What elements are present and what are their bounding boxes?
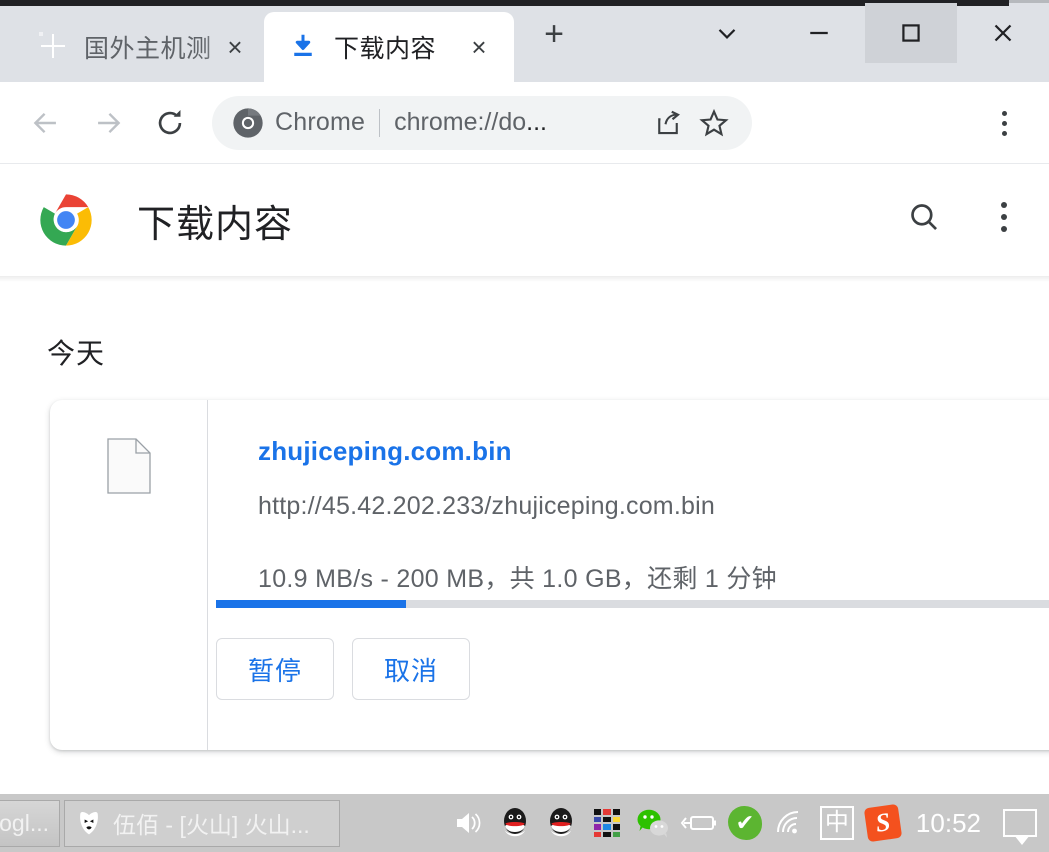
star-icon[interactable] [694,103,734,143]
omnibox-divider [379,108,381,137]
qq-icon-2[interactable] [538,800,584,846]
system-tray: ✔ 中 S 10:52 [446,800,1049,846]
taskbar-window-foobar[interactable]: 伍佰 - [火山] 火山... [64,799,340,847]
wechat-icon[interactable] [630,800,676,846]
tab-downloads[interactable]: 下载内容 × [264,12,514,82]
pause-button[interactable]: 暂停 [216,638,334,700]
foobar2000-icon [80,812,98,835]
omnibox-url-value: chrome://do [394,108,527,136]
minimize-button[interactable] [773,3,865,63]
omnibox-brand-chip: Chrome [232,107,365,139]
omnibox[interactable]: Chrome chrome://do... [212,95,752,150]
download-arrow-icon [288,31,320,63]
downloads-header-actions [901,194,1027,240]
title-bar: 国外主机测 × 下载内容 × + [0,0,1049,82]
cancel-button[interactable]: 取消 [352,638,470,700]
omnibox-brand-label: Chrome [275,108,366,136]
ime-chinese-icon[interactable]: 中 [814,800,860,846]
omnibox-url-text: chrome://do... [394,108,642,137]
green-check-glyph: ✔ [727,806,762,840]
downloads-menu-button[interactable] [981,194,1027,240]
downloads-header: 下载内容 [0,164,1049,282]
download-action-buttons: 暂停 取消 [216,638,470,700]
close-button[interactable] [957,3,1049,63]
downloads-date-group-label: 今天 [47,338,106,369]
taskbar-window-partial[interactable]: ogl... [0,799,60,847]
reload-button[interactable] [144,97,196,149]
qq-icon-1[interactable] [492,800,538,846]
browser-window: 国外主机测 × 下载内容 × + Chrome chrome://do... 下… [0,0,1049,852]
maximize-button[interactable] [865,3,957,63]
generic-file-icon [106,438,151,494]
chrome-mini-icon [233,107,263,138]
tab-guowai-zhuji[interactable]: 国外主机测 × [14,12,264,82]
battery-charging-icon[interactable] [676,800,722,846]
window-controls [681,3,1049,63]
wifi-icon[interactable] [768,800,814,846]
new-tab-button[interactable]: + [532,12,576,56]
browser-toolbar: Chrome chrome://do... [0,82,1049,164]
download-filename-link[interactable]: zhujiceping.com.bin [258,436,1049,467]
sogou-icon[interactable]: S [860,800,906,846]
tab-title: 下载内容 [334,35,437,63]
tab-title: 国外主机测 [84,35,212,63]
ime-glyph: 中 [819,806,854,840]
tab-close-button[interactable]: × [462,30,496,64]
tab-close-button[interactable]: × [218,30,252,64]
download-progress-fill [216,600,406,608]
sogou-glyph: S [863,803,903,843]
browser-menu-button[interactable] [983,102,1025,144]
download-source-url: http://45.42.202.233/zhujiceping.com.bin [258,492,715,520]
forward-button[interactable] [82,97,134,149]
search-icon[interactable] [901,194,947,240]
notification-balloon-icon[interactable] [997,800,1043,846]
download-file-icon-column [50,400,208,750]
downloads-page: 下载内容 zhujiceping.com 今天 [0,164,1049,793]
taskbar-clock[interactable]: 10:52 [906,808,997,839]
taskbar-window-label: ogl... [0,809,49,836]
omnibox-url-truncation: ... [526,108,547,136]
chrome-logo-icon [40,194,92,246]
page-title: 下载内容 [137,203,294,246]
download-progress-bar [216,600,1049,608]
green-check-icon[interactable]: ✔ [722,800,768,846]
volume-icon[interactable] [446,800,492,846]
tab-search-button[interactable] [681,3,773,63]
download-item-details: zhujiceping.com.bin http://45.42.202.233… [208,400,1049,750]
color-grid-icon[interactable] [584,800,630,846]
back-button[interactable] [20,97,72,149]
download-item-card[interactable]: zhujiceping.com.bin http://45.42.202.233… [50,400,1049,750]
download-status-text: 10.9 MB/s - 200 MB，共 1.0 GB，还剩 1 分钟 [258,565,777,593]
taskbar-window-label: 伍佰 - [火山] 火山... [113,812,310,838]
share-icon[interactable] [648,103,688,143]
red-seal-favicon-icon [38,31,70,63]
windows-taskbar: ogl... 伍佰 - [火山] 火山... ✔ 中 S 10:52 [0,793,1049,852]
